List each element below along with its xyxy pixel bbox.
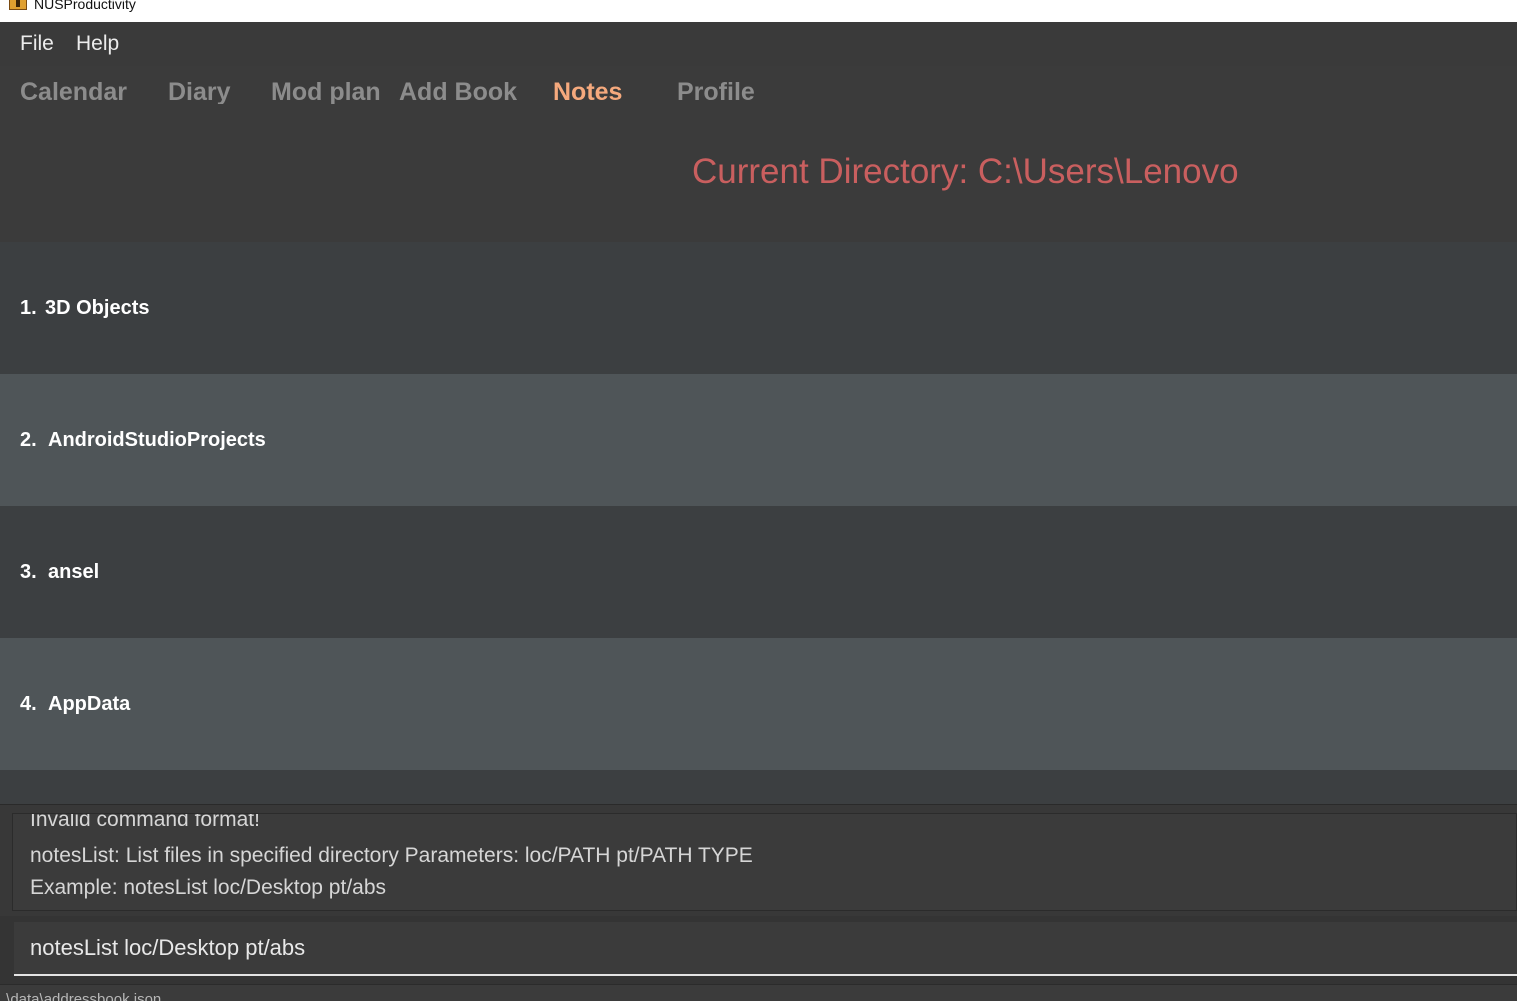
status-bar: .\data\addressbook.json xyxy=(0,984,1517,1001)
tab-bar: Calendar Diary Mod plan Add Book Notes P… xyxy=(0,66,1517,120)
list-item-name: ansel xyxy=(48,561,100,583)
list-item-name: 3D Objects xyxy=(45,297,150,319)
list-item-index: 3. xyxy=(20,561,37,583)
list-item[interactable]: 2. AndroidStudioProjects xyxy=(0,374,1517,506)
result-line: notesList: List files in specified direc… xyxy=(30,844,753,867)
list-item[interactable]: 3. ansel xyxy=(0,506,1517,638)
tab-profile[interactable]: Profile xyxy=(677,78,755,104)
command-input[interactable] xyxy=(14,922,1517,976)
tab-notes[interactable]: Notes xyxy=(553,78,622,104)
list-filler xyxy=(0,770,1517,804)
window-title: NUSProductivity xyxy=(34,0,136,12)
list-item-name: AndroidStudioProjects xyxy=(48,429,266,451)
result-line: Invalid command format! xyxy=(30,813,260,831)
result-text-area[interactable]: Invalid command format! notesList: List … xyxy=(12,813,1517,911)
list-item-index: 2. xyxy=(20,429,37,451)
list-item[interactable]: 1. 3D Objects xyxy=(0,242,1517,374)
directory-panel: Current Directory: C:\Users\Lenovo xyxy=(0,120,1517,242)
result-line: Example: notesList loc/Desktop pt/abs xyxy=(30,876,387,899)
java-cup-icon xyxy=(9,0,27,10)
window-title-bar: NUSProductivity xyxy=(0,0,1517,22)
file-list[interactable]: 1. 3D Objects 2. AndroidStudioProjects 3… xyxy=(0,242,1517,804)
list-item-index: 4. xyxy=(20,693,37,715)
list-item[interactable]: 4. AppData xyxy=(0,638,1517,770)
current-directory-title: Current Directory: C:\Users\Lenovo xyxy=(692,152,1239,191)
menu-bar: File Help xyxy=(0,22,1517,66)
command-box xyxy=(0,916,1517,984)
list-item-index: 1. xyxy=(20,297,37,319)
tab-calendar[interactable]: Calendar xyxy=(20,78,127,104)
result-display: Invalid command format! notesList: List … xyxy=(0,804,1517,917)
tab-mod-plan[interactable]: Mod plan xyxy=(271,78,381,104)
tab-add-book[interactable]: Add Book xyxy=(399,78,517,104)
tab-diary[interactable]: Diary xyxy=(168,78,231,104)
menu-help[interactable]: Help xyxy=(76,32,119,56)
menu-file[interactable]: File xyxy=(20,32,54,56)
list-item-name: AppData xyxy=(48,693,131,715)
